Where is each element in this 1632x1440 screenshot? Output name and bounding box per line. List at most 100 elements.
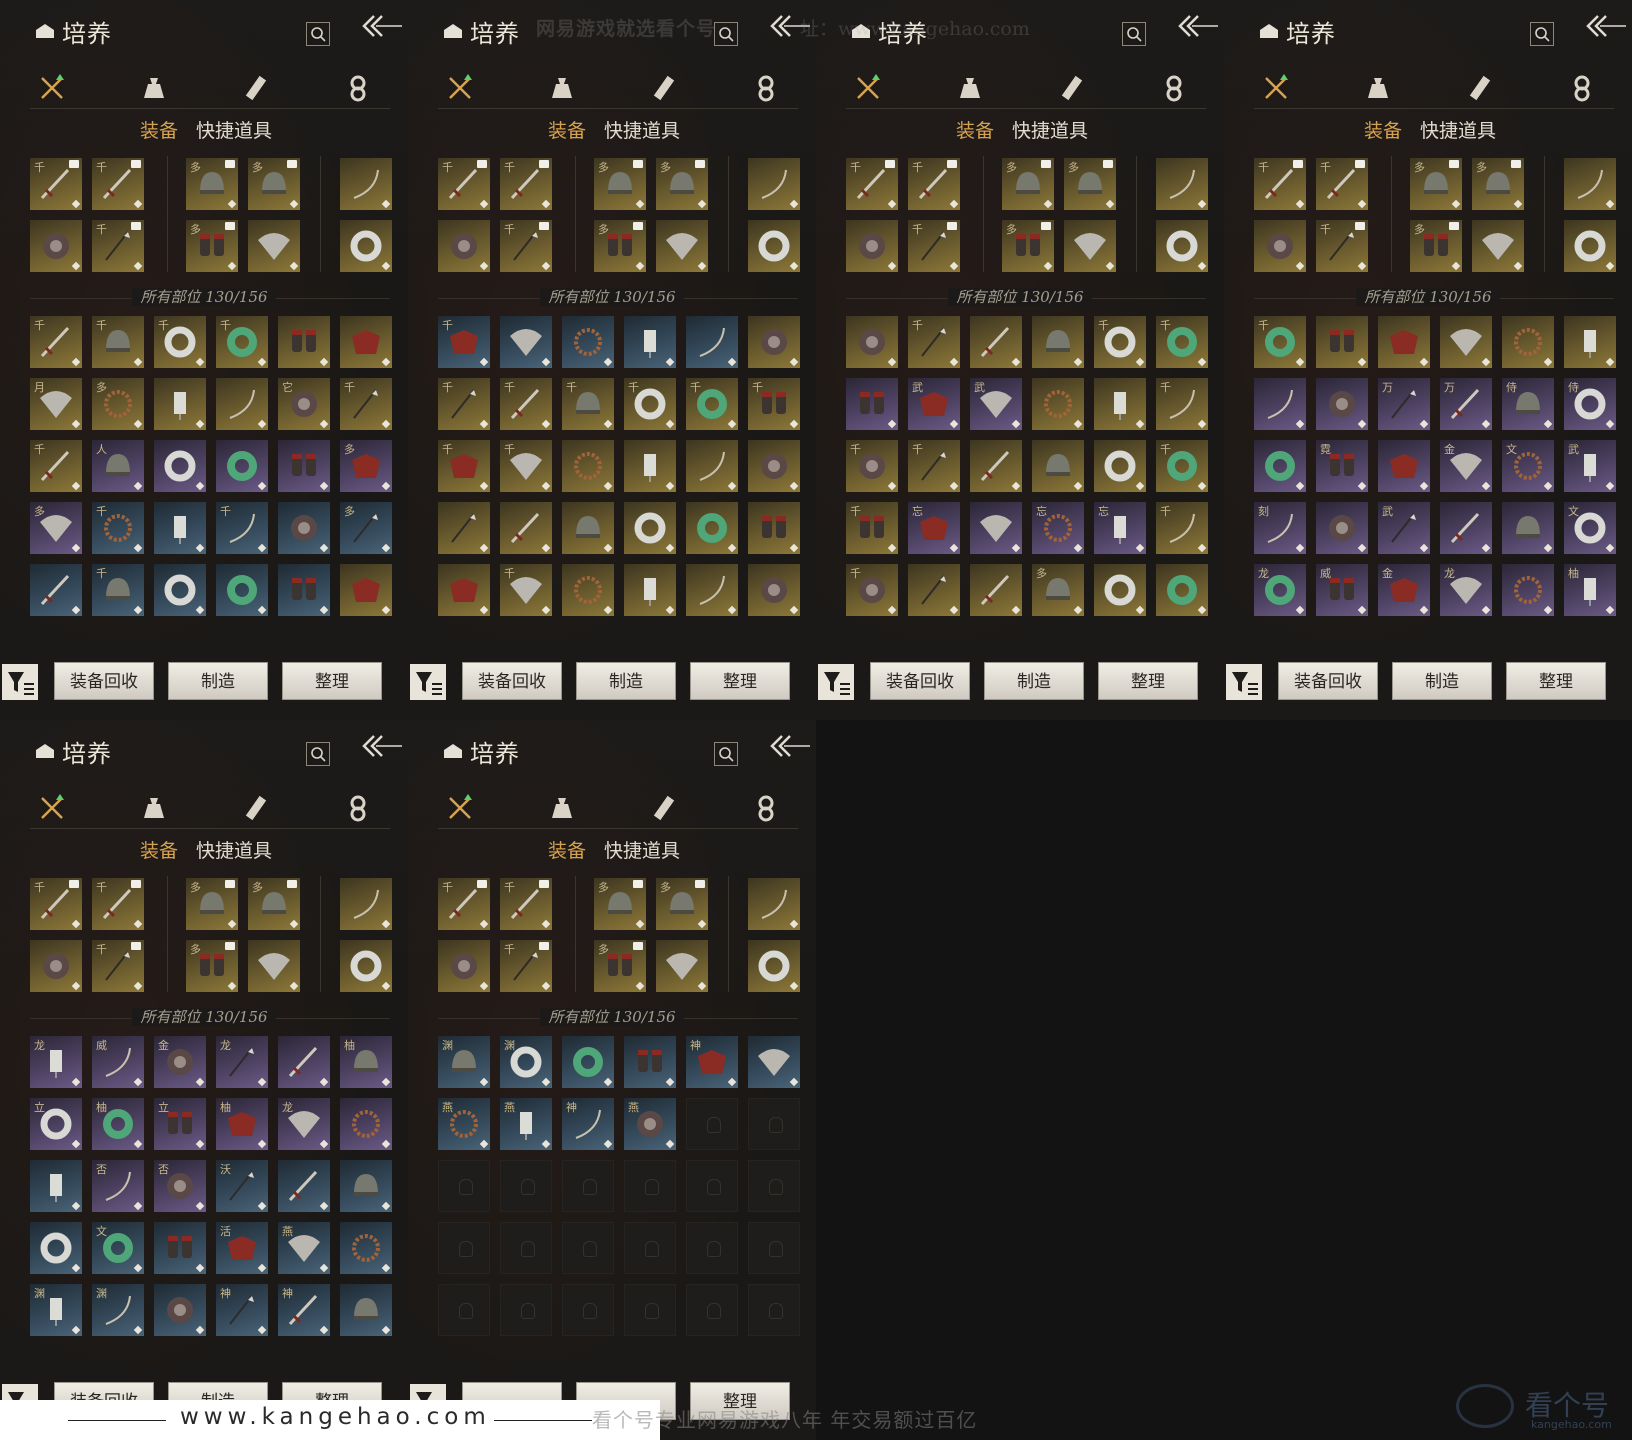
equipped-slot[interactable] [30, 940, 82, 992]
inventory-item[interactable] [278, 564, 330, 616]
inventory-item[interactable] [216, 564, 268, 616]
inventory-item[interactable]: 柚 [216, 1098, 268, 1150]
collapse-back-icon[interactable] [768, 732, 812, 764]
inventory-item[interactable]: 千 [846, 502, 898, 554]
inventory-item[interactable]: 神 [216, 1284, 268, 1336]
inventory-item[interactable]: 忘 [908, 502, 960, 554]
inventory-item[interactable]: 否 [92, 1160, 144, 1212]
inventory-item[interactable]: 千 [846, 440, 898, 492]
inventory-item[interactable] [748, 1036, 800, 1088]
equipped-slot[interactable] [1156, 158, 1208, 210]
inventory-item[interactable] [216, 378, 268, 430]
equipped-slot[interactable]: 千 [30, 878, 82, 930]
inventory-item[interactable]: 千 [686, 378, 738, 430]
inventory-item[interactable]: 千 [30, 440, 82, 492]
equipped-slot[interactable]: 多 [656, 158, 708, 210]
crossed-swords-icon[interactable] [36, 792, 68, 824]
filter-icon[interactable] [2, 664, 38, 700]
inventory-item[interactable] [1032, 378, 1084, 430]
inventory-item[interactable] [278, 1036, 330, 1088]
equipped-slot[interactable]: 千 [30, 158, 82, 210]
inventory-item[interactable]: 龙 [1254, 564, 1306, 616]
inventory-item[interactable]: 千 [92, 316, 144, 368]
search-icon[interactable] [714, 22, 738, 46]
sort-button[interactable]: 整理 [1098, 662, 1198, 700]
equipped-slot[interactable]: 多 [186, 158, 238, 210]
inventory-item[interactable] [748, 502, 800, 554]
craft-button[interactable]: 制造 [168, 662, 268, 700]
inventory-item[interactable]: 千 [438, 440, 490, 492]
inventory-item[interactable] [154, 378, 206, 430]
inventory-item[interactable] [846, 316, 898, 368]
equipped-slot[interactable]: 多 [1472, 158, 1524, 210]
sort-button[interactable]: 整理 [282, 662, 382, 700]
tab-quick-items[interactable]: 快捷道具 [196, 116, 272, 143]
equipped-slot[interactable]: 多 [186, 220, 238, 272]
equipped-slot[interactable] [748, 940, 800, 992]
collapse-back-icon[interactable] [360, 12, 404, 44]
inventory-item[interactable] [970, 440, 1022, 492]
crossed-swords-icon[interactable] [444, 792, 476, 824]
inventory-item[interactable] [624, 440, 676, 492]
equipped-slot[interactable]: 多 [1002, 158, 1054, 210]
search-icon[interactable] [306, 22, 330, 46]
equipped-slot[interactable] [248, 940, 300, 992]
inventory-item[interactable] [278, 1160, 330, 1212]
equipped-slot[interactable] [340, 878, 392, 930]
recycle-equipment-button[interactable]: 装备回收 [54, 662, 154, 700]
equipped-slot[interactable]: 千 [500, 158, 552, 210]
inventory-item[interactable] [1156, 564, 1208, 616]
pouch-icon[interactable] [954, 72, 986, 104]
inventory-item[interactable] [562, 1036, 614, 1088]
inventory-item[interactable] [1378, 440, 1430, 492]
inventory-item[interactable] [154, 1222, 206, 1274]
pouch-icon[interactable] [138, 72, 170, 104]
equipped-slot[interactable] [846, 220, 898, 272]
equipped-slot[interactable]: 千 [92, 220, 144, 272]
tab-equipment[interactable]: 装备 [1364, 116, 1402, 143]
equipped-slot[interactable] [438, 220, 490, 272]
sort-button[interactable]: 整理 [1506, 662, 1606, 700]
inventory-item[interactable]: 龙 [1440, 564, 1492, 616]
inventory-item[interactable]: 神 [686, 1036, 738, 1088]
inventory-item[interactable] [340, 316, 392, 368]
inventory-item[interactable]: 燕 [438, 1098, 490, 1150]
equipped-slot[interactable]: 千 [500, 940, 552, 992]
inventory-item[interactable] [748, 440, 800, 492]
tab-equipment[interactable]: 装备 [548, 116, 586, 143]
inventory-item[interactable]: 千 [1156, 502, 1208, 554]
equipped-slot[interactable] [340, 220, 392, 272]
inventory-item[interactable] [1032, 316, 1084, 368]
equipped-slot[interactable] [1064, 220, 1116, 272]
equipped-slot[interactable]: 多 [594, 220, 646, 272]
equipped-slot[interactable]: 千 [846, 158, 898, 210]
inventory-item[interactable]: 文 [92, 1222, 144, 1274]
inventory-item[interactable] [340, 1284, 392, 1336]
inventory-item[interactable]: 威 [1316, 564, 1368, 616]
inventory-item[interactable] [562, 502, 614, 554]
equipped-slot[interactable] [656, 940, 708, 992]
inventory-item[interactable]: 神 [278, 1284, 330, 1336]
inventory-item[interactable]: 月 [30, 378, 82, 430]
inventory-item[interactable]: 它 [278, 378, 330, 430]
inventory-item[interactable] [278, 440, 330, 492]
tab-equipment[interactable]: 装备 [548, 836, 586, 863]
inventory-item[interactable]: 渊 [500, 1036, 552, 1088]
inventory-item[interactable] [624, 502, 676, 554]
inventory-item[interactable] [846, 378, 898, 430]
inventory-item[interactable]: 刻 [1254, 502, 1306, 554]
equipped-slot[interactable]: 千 [908, 220, 960, 272]
equipped-slot[interactable]: 多 [1410, 220, 1462, 272]
inventory-item[interactable] [1564, 316, 1616, 368]
filter-icon[interactable] [410, 664, 446, 700]
inventory-item[interactable] [686, 440, 738, 492]
equipped-slot[interactable]: 多 [594, 940, 646, 992]
inventory-item[interactable] [216, 440, 268, 492]
inventory-item[interactable]: 侍 [1502, 378, 1554, 430]
inventory-item[interactable]: 千 [500, 440, 552, 492]
inventory-item[interactable] [438, 502, 490, 554]
inventory-item[interactable]: 柚 [1564, 564, 1616, 616]
inventory-item[interactable]: 千 [908, 440, 960, 492]
equipped-slot[interactable] [656, 220, 708, 272]
inventory-item[interactable]: 活 [216, 1222, 268, 1274]
